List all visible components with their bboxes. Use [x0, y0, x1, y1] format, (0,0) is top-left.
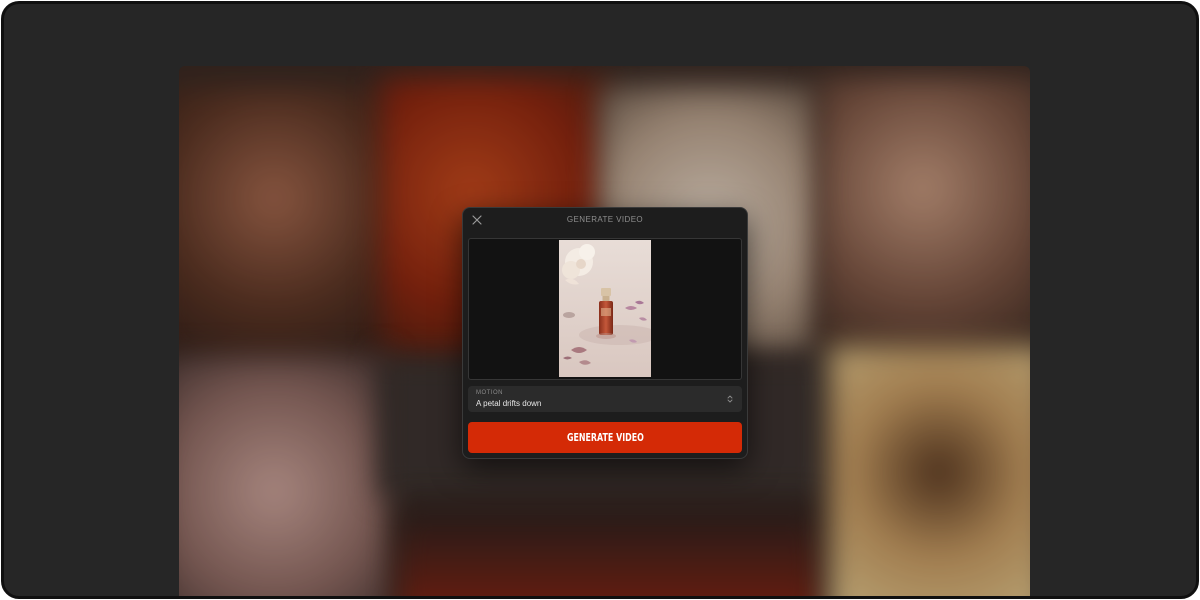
generate-video-button[interactable]: GENERATE VIDEO — [468, 422, 742, 453]
chevron-up-down-icon — [727, 395, 733, 403]
image-preview — [468, 238, 742, 380]
motion-label: MOTION — [476, 390, 503, 396]
motion-value: A petal drifts down — [476, 399, 542, 408]
dialog-title: GENERATE VIDEO — [566, 215, 644, 224]
generate-video-button-label: GENERATE VIDEO — [566, 431, 644, 444]
motion-select[interactable]: MOTION A petal drifts down — [468, 386, 742, 412]
app-window: GENERATE VIDEO MOTION A petal drifts dow… — [1, 1, 1199, 599]
preview-image — [559, 240, 651, 377]
generate-video-dialog: GENERATE VIDEO MOTION A petal drifts dow… — [462, 207, 748, 459]
